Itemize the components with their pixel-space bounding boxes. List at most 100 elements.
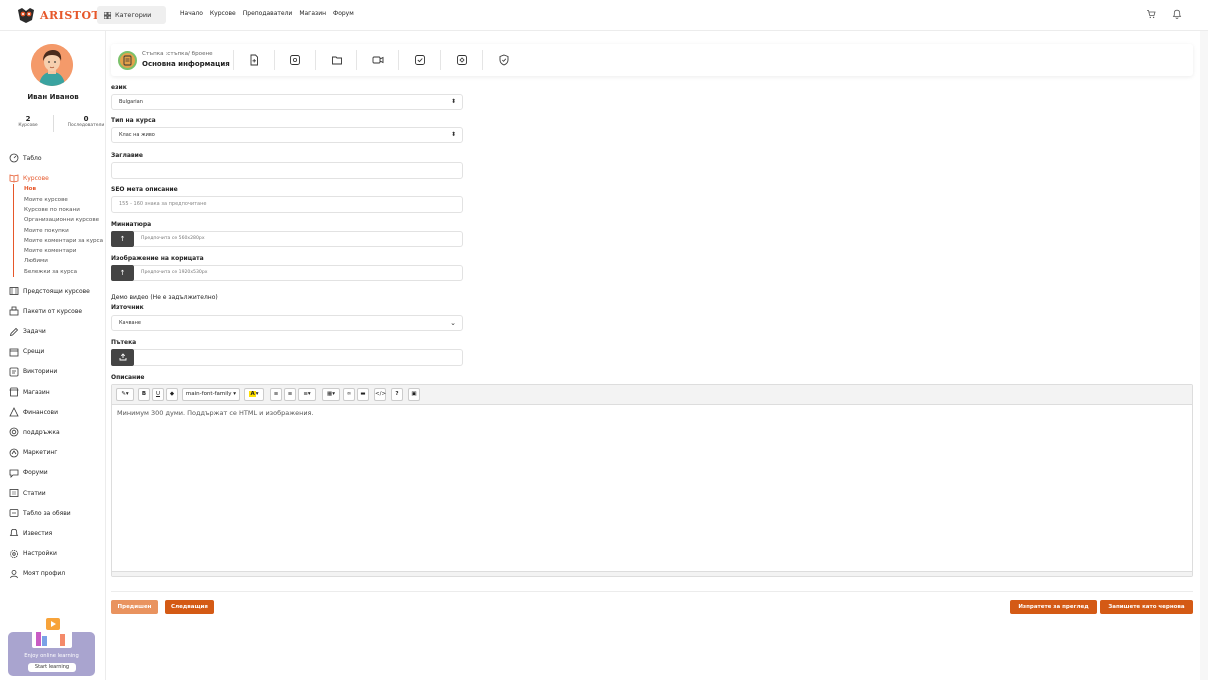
checkbox-icon[interactable] bbox=[414, 54, 426, 66]
submenu-item-course-notes[interactable]: Бележки за курса bbox=[24, 267, 104, 277]
bold-button[interactable]: B bbox=[138, 388, 150, 401]
sidebar-item-financial[interactable]: Финансови bbox=[9, 402, 104, 422]
description-editor-area[interactable]: Минимум 300 думи. Поддържат се HTML и из… bbox=[117, 409, 314, 417]
submenu-item-favorites[interactable]: Любими bbox=[24, 256, 104, 266]
save-draft-button[interactable]: Запишете като чернова bbox=[1100, 600, 1193, 614]
pen-icon bbox=[9, 327, 19, 336]
sidebar-item-label: Пакети от курсове bbox=[23, 307, 83, 315]
sidebar-item-label: Форуми bbox=[23, 469, 48, 477]
step-title: Основна информация bbox=[142, 60, 230, 68]
nav-link-store[interactable]: Магазин bbox=[299, 10, 326, 17]
categories-button[interactable]: Категории bbox=[97, 6, 166, 24]
owl-logo-icon bbox=[18, 8, 34, 23]
video-icon[interactable] bbox=[372, 54, 384, 66]
nav-link-courses[interactable]: Курсове bbox=[210, 10, 236, 17]
help-button[interactable]: ? bbox=[391, 388, 403, 401]
cover-image-input[interactable]: Предпочита се 1920x530px bbox=[134, 265, 463, 281]
sidebar-item-noticeboard[interactable]: Табло за обяви bbox=[9, 503, 104, 523]
link-button[interactable]: ∞ bbox=[343, 388, 355, 401]
categories-label: Категории bbox=[115, 11, 152, 19]
chevron-down-icon: ⌄ bbox=[450, 319, 456, 327]
media-icon[interactable] bbox=[289, 54, 301, 66]
cover-upload-button[interactable]: ↑ bbox=[111, 265, 134, 281]
paragraph-align-button[interactable]: ≡▾ bbox=[298, 388, 316, 401]
table-button[interactable]: ▦▾ bbox=[322, 388, 340, 401]
nav-link-forum[interactable]: Форум bbox=[333, 10, 354, 17]
start-learning-button[interactable]: Start learning bbox=[28, 663, 76, 672]
path-input[interactable] bbox=[134, 349, 463, 366]
previous-button[interactable]: Предишен bbox=[111, 600, 158, 614]
quiz-icon[interactable] bbox=[456, 54, 468, 66]
numbered-list-button[interactable]: ≡ bbox=[284, 388, 296, 401]
thumbnail-upload-button[interactable]: ↑ bbox=[111, 231, 134, 247]
seo-description-input[interactable]: 155 - 160 знака за предпочитане bbox=[111, 196, 463, 213]
select-arrows-icon: ⬍ bbox=[450, 98, 456, 105]
submenu-item-org-courses[interactable]: Организационни курсове bbox=[24, 215, 104, 225]
thumbnail-label: Миниатюра bbox=[111, 221, 152, 228]
submenu-item-new[interactable]: Нов bbox=[24, 184, 104, 194]
store-icon bbox=[9, 387, 19, 397]
article-icon bbox=[9, 489, 19, 497]
page-scrollbar[interactable] bbox=[1200, 31, 1208, 680]
sidebar-item-quizzes[interactable]: Викторини bbox=[9, 362, 104, 382]
file-plus-icon[interactable] bbox=[248, 54, 260, 66]
submenu-item-purchases[interactable]: Моите покупки bbox=[24, 226, 104, 236]
underline-button[interactable]: U bbox=[152, 388, 164, 401]
next-button[interactable]: Следващия bbox=[165, 600, 214, 614]
code-view-button[interactable]: </> bbox=[374, 388, 386, 401]
title-input[interactable] bbox=[111, 162, 463, 179]
sidebar-item-meetings[interactable]: Срещи bbox=[9, 342, 104, 362]
sidebar-item-bundles[interactable]: Пакети от курсове bbox=[9, 301, 104, 321]
course-type-select-value: Клас на живо bbox=[119, 132, 155, 138]
language-select[interactable]: Bulgarian ⬍ bbox=[111, 94, 463, 110]
font-family-select[interactable]: main-font-family ▾ bbox=[182, 388, 240, 401]
sidebar-item-articles[interactable]: Статии bbox=[9, 483, 104, 503]
sidebar-item-label: Задачи bbox=[23, 328, 46, 336]
current-step-badge[interactable] bbox=[118, 51, 137, 70]
send-for-review-button[interactable]: Изпратете за преглед bbox=[1010, 600, 1097, 614]
sidebar-item-profile[interactable]: Моят профил bbox=[9, 564, 104, 584]
step-divider bbox=[482, 50, 483, 70]
sidebar-item-notifications[interactable]: Известия bbox=[9, 523, 104, 543]
video-embed-icon: ▬ bbox=[360, 391, 366, 397]
step-divider bbox=[233, 50, 234, 70]
sidebar-item-label: Курсове bbox=[23, 174, 49, 182]
image-button[interactable]: ▣ bbox=[408, 388, 420, 401]
cart-icon[interactable] bbox=[1146, 9, 1156, 19]
user-name: Иван Иванов bbox=[27, 93, 79, 101]
source-select[interactable]: Качване ⌄ bbox=[111, 315, 463, 331]
video-embed-button[interactable]: ▬ bbox=[357, 388, 369, 401]
path-upload-button[interactable] bbox=[111, 349, 134, 366]
thumbnail-input[interactable]: Предпочита се 560x280px bbox=[134, 231, 463, 247]
courses-count: 2 bbox=[25, 115, 31, 123]
style-magic-button[interactable]: ✎▾ bbox=[116, 388, 134, 401]
bullet-list-button[interactable]: ≡ bbox=[270, 388, 282, 401]
course-type-label: Тип на курса bbox=[111, 117, 156, 124]
submenu-item-invited-courses[interactable]: Курсове по покани bbox=[24, 205, 104, 215]
sidebar-item-upcoming[interactable]: Предстоящи курсове bbox=[9, 281, 104, 301]
avatar[interactable] bbox=[31, 44, 73, 86]
sidebar-item-settings[interactable]: Настройки bbox=[9, 543, 104, 563]
sidebar-item-marketing[interactable]: Маркетинг bbox=[9, 443, 104, 463]
eraser-button[interactable]: ◆ bbox=[166, 388, 178, 401]
promo-card: Enjoy online learning Start learning bbox=[8, 618, 95, 676]
bell-icon[interactable] bbox=[1172, 9, 1182, 19]
step-divider bbox=[274, 50, 275, 70]
sidebar-item-store[interactable]: Магазин bbox=[9, 382, 104, 402]
submenu-item-my-courses[interactable]: Моите курсове bbox=[24, 195, 104, 205]
folder-icon[interactable] bbox=[331, 54, 343, 66]
sidebar-item-label: Магазин bbox=[23, 388, 50, 396]
sidebar-item-assignments[interactable]: Задачи bbox=[9, 321, 104, 341]
rich-text-editor: ✎▾ B U ◆ main-font-family ▾ A▾ ≡ ≡ ≡▾ ▦▾… bbox=[111, 384, 1193, 577]
submenu-item-course-comments[interactable]: Моите коментари за курса bbox=[24, 236, 104, 246]
course-type-select[interactable]: Клас на живо ⬍ bbox=[111, 127, 463, 143]
nav-link-instructors[interactable]: Преподаватели bbox=[243, 10, 293, 17]
nav-link-home[interactable]: Начало bbox=[180, 10, 203, 17]
sidebar-item-forums[interactable]: Форуми bbox=[9, 463, 104, 483]
shield-check-icon[interactable] bbox=[498, 54, 510, 66]
editor-resize-handle[interactable] bbox=[112, 571, 1192, 576]
text-color-button[interactable]: A▾ bbox=[244, 388, 264, 401]
sidebar-item-dashboard[interactable]: Табло bbox=[9, 148, 104, 168]
submenu-item-my-comments[interactable]: Моите коментари bbox=[24, 246, 104, 256]
sidebar-item-support[interactable]: поддръжка bbox=[9, 422, 104, 442]
